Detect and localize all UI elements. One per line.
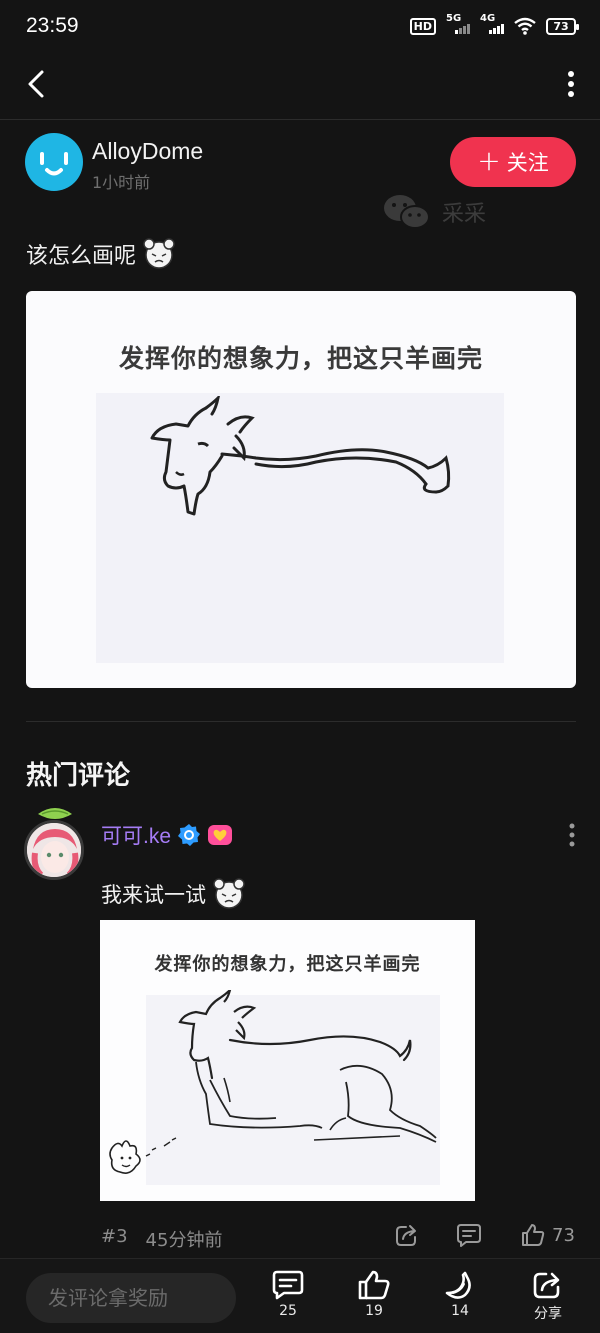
post-time: 1小时前 [92, 173, 151, 192]
battery-icon: 73 [546, 17, 579, 35]
net2-label: 4G [480, 13, 496, 24]
likes-button[interactable]: 19 [344, 1269, 404, 1319]
wifi-icon [514, 17, 536, 35]
comment-icon [457, 1224, 481, 1247]
like-icon [358, 1270, 390, 1300]
banana-button[interactable]: 14 [430, 1269, 490, 1319]
signal-4g-icon: 4G [480, 13, 504, 36]
comments-count: 25 [279, 1303, 297, 1319]
comments-button[interactable]: 25 [258, 1269, 318, 1319]
more-icon[interactable] [556, 64, 586, 104]
comment-like-count: 73 [552, 1224, 575, 1246]
commenter-name[interactable]: 可可.ke [101, 820, 171, 850]
emoji-sticker-icon [143, 238, 175, 269]
comment-text-row: 我来试一试 [101, 876, 248, 912]
follow-button[interactable]: + 关注 [450, 137, 576, 187]
share-button[interactable]: 分享 [518, 1269, 578, 1323]
signal-5g-icon: 5G [446, 13, 470, 36]
comment-text: 我来试一试 [101, 883, 206, 907]
share-icon [396, 1225, 416, 1246]
post-text-row: 该怎么画呢 [26, 236, 178, 272]
likes-count: 19 [365, 1303, 383, 1319]
plus-icon: + [477, 143, 501, 177]
banana-icon [445, 1271, 471, 1299]
comment-image[interactable]: 发挥你的想象力，把这只羊画完 [100, 920, 475, 1201]
status-bar: 23:59 HD 5G 4G 73 [0, 0, 600, 56]
post-image-caption: 发挥你的想象力，把这只羊画完 [118, 344, 483, 373]
section-divider [26, 721, 576, 722]
comment-actions: 73 [0, 1222, 600, 1252]
commenter-avatar-image [24, 820, 84, 880]
net1-label: 5G [446, 13, 462, 24]
wechat-icon [384, 195, 430, 229]
share-label: 分享 [534, 1306, 562, 1322]
post-text: 该怎么画呢 [26, 244, 137, 269]
commenter-avatar[interactable] [24, 804, 86, 880]
bananas-count: 14 [451, 1303, 469, 1319]
back-icon[interactable] [18, 64, 58, 104]
share-icon [533, 1272, 560, 1299]
emoji-sticker-icon [213, 878, 245, 909]
hot-comments-title: 热门评论 [26, 761, 131, 791]
watermark-text: 采采 [442, 202, 487, 227]
author-name[interactable]: AlloyDome [92, 138, 203, 165]
bottom-bar: 发评论拿奖励 25 19 14 分享 [0, 1258, 600, 1333]
author-avatar[interactable] [25, 133, 83, 191]
heart-badge-icon [208, 825, 233, 845]
comment-reply-button[interactable] [456, 1222, 482, 1248]
status-time: 23:59 [26, 14, 79, 37]
top-nav [0, 56, 600, 120]
comment-input[interactable]: 发评论拿奖励 [26, 1273, 236, 1323]
goat-finished-sketch [109, 990, 437, 1174]
comment-icon [272, 1270, 304, 1300]
comment-more-icon[interactable] [562, 820, 582, 850]
follow-label: 关注 [506, 151, 549, 175]
comment-like-button[interactable]: 73 [520, 1222, 575, 1248]
status-icons: HD 5G 4G 73 [409, 13, 579, 36]
verified-badge-icon [178, 824, 201, 846]
post-image[interactable]: 发挥你的想象力，把这只羊画完 [26, 291, 576, 688]
comment-share-button[interactable] [394, 1222, 420, 1248]
comment-image-caption: 发挥你的想象力，把这只羊画完 [154, 954, 421, 975]
like-icon [522, 1224, 545, 1246]
watermark: 采采 [382, 192, 486, 232]
commenter-name-row[interactable]: 可可.ke [101, 820, 233, 850]
hd-icon: HD [409, 17, 436, 35]
goat-sketch [150, 396, 451, 516]
